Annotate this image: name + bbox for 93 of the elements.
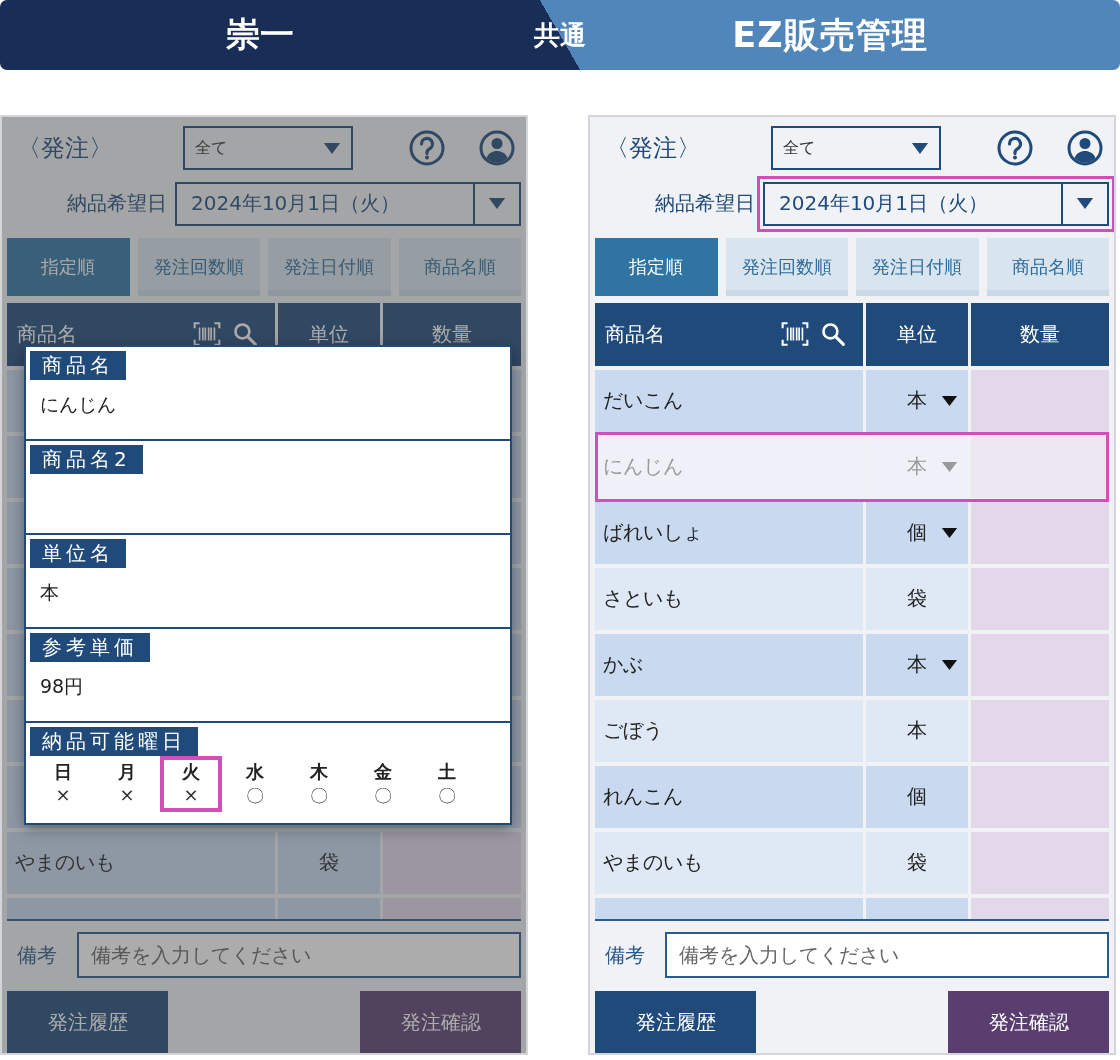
availability-mark: 〇 — [374, 784, 392, 808]
note-field[interactable]: 備考を入力してください — [77, 932, 521, 978]
filter-dropdown[interactable]: 全て — [183, 126, 353, 171]
dropdown-arrow-icon — [1076, 197, 1094, 211]
availability-mark: 〇 — [438, 784, 456, 808]
availability-mark: 〇 — [310, 784, 328, 808]
weekday-name: 金 — [374, 760, 392, 784]
weekday-name: 月 — [118, 760, 136, 784]
quantity-cell[interactable] — [971, 699, 1109, 762]
unit-dropdown[interactable]: 本 — [866, 369, 968, 432]
dropdown-arrow-icon — [940, 394, 958, 407]
date-label: 納品希望日 — [654, 190, 756, 218]
table-cell[interactable]: やまのいも — [595, 831, 863, 894]
table-cell: 袋 — [278, 831, 380, 894]
dropdown-arrow-icon — [911, 141, 929, 155]
confirm-button[interactable]: 発注確認 — [948, 991, 1109, 1053]
table-cell[interactable]: やまのいも — [7, 831, 275, 894]
weekday-name: 日 — [54, 760, 72, 784]
weekday-name: 水 — [246, 760, 264, 784]
barcode-icon[interactable] — [781, 321, 809, 348]
sort-tab[interactable]: 商品名順 — [398, 237, 521, 296]
brand-title: EZ販売管理 — [732, 13, 928, 57]
sort-tab[interactable]: 発注回数順 — [137, 237, 260, 296]
dropdown-arrow-icon — [940, 526, 958, 539]
weekday-name: 火 — [182, 760, 200, 784]
table-cell[interactable]: だいこん — [595, 369, 863, 432]
note-label: 備考 — [605, 941, 646, 969]
help-icon[interactable] — [997, 130, 1033, 167]
sort-tab[interactable]: 指定順 — [595, 237, 718, 296]
quantity-cell[interactable] — [971, 567, 1109, 630]
dropdown-arrow-icon — [323, 141, 341, 155]
sort-tab[interactable]: 発注日付順 — [856, 237, 979, 296]
field-value: 98円 — [40, 674, 84, 699]
brand-title: 崇一 — [226, 13, 294, 56]
search-icon[interactable] — [231, 321, 259, 348]
field-label: 商品名 — [30, 351, 126, 380]
field-label: 単位名 — [30, 539, 126, 568]
availability-mark: × — [183, 784, 199, 805]
field-value: 本 — [40, 580, 59, 605]
quantity-cell[interactable] — [383, 831, 521, 894]
availability-mark: × — [55, 784, 71, 805]
table-cell: 本 — [866, 699, 968, 762]
availability-mark: 〇 — [246, 784, 264, 808]
quantity-cell[interactable] — [971, 765, 1109, 828]
date-dropdown[interactable]: 2024年10月1日（火） — [175, 181, 521, 226]
common-label: 共通 — [534, 18, 586, 52]
quantity-cell[interactable] — [971, 633, 1109, 696]
column-header: 数量 — [971, 302, 1109, 366]
unit-dropdown[interactable]: 本 — [866, 633, 968, 696]
sort-tab[interactable]: 発注日付順 — [268, 237, 391, 296]
table-cell[interactable]: かぶ — [595, 633, 863, 696]
column-title: 商品名 — [17, 320, 77, 348]
table-cell[interactable]: ばれいしょ — [595, 501, 863, 564]
filter-dropdown[interactable]: 全て — [771, 126, 941, 171]
field-value: にんじん — [40, 392, 116, 417]
sort-tab[interactable]: 商品名順 — [986, 237, 1109, 296]
help-icon[interactable] — [409, 130, 445, 167]
user-icon[interactable] — [479, 130, 515, 167]
unit-dropdown[interactable]: 個 — [866, 501, 968, 564]
barcode-icon[interactable] — [193, 321, 221, 348]
dropdown-arrow-icon — [940, 658, 958, 671]
table-cell: 袋 — [866, 567, 968, 630]
field-label: 納品可能曜日 — [30, 727, 198, 756]
back-title[interactable]: 〈発注〉 — [7, 132, 183, 165]
quantity-cell[interactable] — [971, 369, 1109, 432]
quantity-cell[interactable] — [971, 501, 1109, 564]
dropdown-arrow-icon — [940, 460, 958, 473]
table-cell: 袋 — [866, 831, 968, 894]
date-dropdown[interactable]: 2024年10月1日（火） — [763, 181, 1109, 226]
note-label: 備考 — [17, 941, 58, 969]
table-cell[interactable]: さといも — [595, 567, 863, 630]
field-label: 商品名2 — [30, 445, 143, 474]
sort-tab[interactable]: 指定順 — [7, 237, 130, 296]
field-label: 参考単価 — [30, 633, 150, 662]
history-button[interactable]: 発注履歴 — [595, 991, 756, 1053]
user-icon[interactable] — [1067, 130, 1103, 167]
confirm-button[interactable]: 発注確認 — [360, 991, 521, 1053]
back-title[interactable]: 〈発注〉 — [595, 132, 771, 165]
search-icon[interactable] — [819, 321, 847, 348]
history-button[interactable]: 発注履歴 — [7, 991, 168, 1053]
dropdown-arrow-icon — [488, 197, 506, 211]
date-label: 納品希望日 — [66, 190, 168, 218]
table-cell: 個 — [866, 765, 968, 828]
weekday-name: 土 — [438, 760, 456, 784]
quantity-cell[interactable] — [971, 831, 1109, 894]
weekday-name: 木 — [310, 760, 328, 784]
note-field[interactable]: 備考を入力してください — [665, 932, 1109, 978]
availability-mark: × — [119, 784, 135, 805]
table-cell[interactable]: れんこん — [595, 765, 863, 828]
column-header: 単位 — [866, 302, 968, 366]
sort-tab[interactable]: 発注回数順 — [725, 237, 848, 296]
column-title: 商品名 — [605, 320, 665, 348]
table-cell[interactable]: ごぼう — [595, 699, 863, 762]
